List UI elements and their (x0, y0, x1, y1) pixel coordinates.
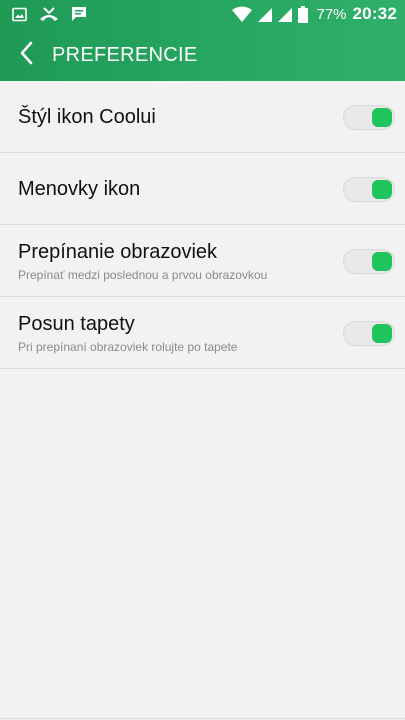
toggle-knob (372, 252, 392, 271)
toggle-switch[interactable] (343, 177, 395, 202)
setting-row-icon-labels[interactable]: Menovky ikon (0, 153, 405, 225)
missed-call-icon (39, 6, 59, 22)
battery-percent: 77% (316, 5, 347, 23)
toggle-switch[interactable] (343, 105, 395, 130)
setting-title: Štýl ikon Coolui (18, 106, 156, 128)
header: 77% 20:32 PREFERENCIE (0, 0, 405, 81)
setting-title: Prepínanie obrazoviek (18, 241, 218, 263)
message-icon (71, 6, 87, 22)
toggle-switch[interactable] (343, 321, 395, 346)
back-button[interactable] (0, 30, 52, 81)
battery-icon (298, 5, 309, 23)
status-bar: 77% 20:32 (0, 0, 405, 30)
chevron-left-icon (19, 41, 33, 70)
setting-title: Posun tapety (18, 313, 135, 335)
signal-icon (258, 6, 273, 22)
setting-title: Menovky ikon (18, 178, 141, 200)
clock: 20:32 (352, 4, 397, 23)
toggle-knob (372, 324, 392, 343)
setting-row-coolui-icon-style[interactable]: Štýl ikon Coolui (0, 81, 405, 153)
bottom-divider (0, 718, 405, 719)
status-right: 77% 20:32 (232, 4, 397, 24)
toggle-knob (372, 180, 392, 199)
status-left-icons (12, 6, 87, 22)
wifi-icon (232, 6, 253, 22)
toggle-switch[interactable] (343, 249, 395, 274)
setting-subtitle: Prepínať medzi poslednou a prvou obrazov… (18, 268, 268, 282)
settings-list: Štýl ikon Coolui Menovky ikon Prepínanie… (0, 81, 405, 369)
image-icon (12, 7, 27, 22)
setting-subtitle: Pri prepínaní obrazoviek rolujte po tape… (18, 340, 238, 354)
toggle-knob (372, 108, 392, 127)
setting-row-wallpaper-scroll[interactable]: Posun tapety Pri prepínaní obrazoviek ro… (0, 297, 405, 369)
setting-row-screen-switching[interactable]: Prepínanie obrazoviek Prepínať medzi pos… (0, 225, 405, 297)
signal-icon-2 (278, 6, 293, 22)
page-title: PREFERENCIE (52, 44, 198, 66)
app-bar: PREFERENCIE (0, 30, 405, 81)
